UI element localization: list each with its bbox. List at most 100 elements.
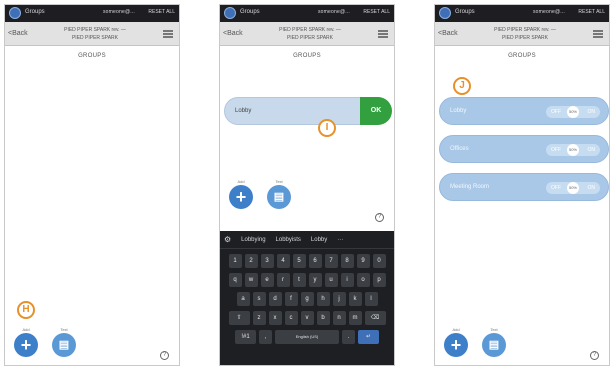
enter-key-icon[interactable]: ↵ — [358, 330, 379, 344]
key[interactable]: 6 — [308, 254, 322, 268]
key[interactable]: 0 — [372, 254, 386, 268]
group-name: Meeting Room — [450, 184, 490, 190]
key[interactable]: r — [276, 273, 290, 287]
key[interactable]: 2 — [244, 254, 258, 268]
suggestion-bar: ⚙ Lobbying Lobbyists Lobby ··· — [220, 231, 394, 249]
suggestion-item[interactable]: Lobbying — [241, 237, 265, 243]
suggestion-item[interactable]: Lobbyists — [276, 237, 301, 243]
shift-key-icon[interactable]: ⇧ — [228, 311, 250, 325]
text-button[interactable]: Text ▤ — [481, 327, 507, 357]
plus-icon[interactable]: + — [229, 185, 253, 209]
key[interactable]: 9 — [356, 254, 370, 268]
group-toggle[interactable]: OFF 50% ON — [546, 144, 600, 156]
plus-icon[interactable]: + — [14, 333, 38, 357]
help-icon[interactable]: ? — [160, 351, 169, 360]
key[interactable]: u — [324, 273, 338, 287]
toggle-on-label: ON — [587, 147, 596, 153]
toggle-off-label: OFF — [551, 185, 561, 191]
hamburger-menu-icon[interactable] — [163, 30, 173, 38]
key[interactable]: x — [268, 311, 282, 325]
period-key[interactable]: . — [342, 330, 355, 344]
help-icon[interactable]: ? — [590, 351, 599, 360]
key[interactable]: o — [356, 273, 370, 287]
key[interactable]: 1 — [228, 254, 242, 268]
key[interactable]: s — [252, 292, 266, 306]
back-button[interactable]: <Back — [8, 30, 28, 37]
more-suggestions-icon[interactable]: ··· — [337, 237, 343, 243]
key[interactable]: b — [316, 311, 330, 325]
document-icon[interactable]: ▤ — [52, 333, 76, 357]
reset-all-button[interactable]: RESET ALL — [363, 9, 390, 15]
key[interactable]: q — [228, 273, 242, 287]
help-icon[interactable]: ? — [375, 213, 384, 222]
ok-button[interactable]: OK — [360, 97, 392, 125]
group-toggle[interactable]: OFF 50% ON — [546, 182, 600, 194]
key[interactable]: 3 — [260, 254, 274, 268]
toggle-off-label: OFF — [551, 109, 561, 115]
nav-title-line2: PIED PIPER SPARK — [71, 35, 119, 41]
key[interactable]: p — [372, 273, 386, 287]
key[interactable]: k — [348, 292, 362, 306]
toggle-knob[interactable]: 50% — [567, 144, 579, 156]
text-button[interactable]: Text ▤ — [51, 327, 77, 357]
group-row-lobby[interactable]: Lobby OFF 50% ON — [439, 97, 609, 125]
hamburger-menu-icon[interactable] — [593, 30, 603, 38]
key[interactable]: y — [308, 273, 322, 287]
key[interactable]: a — [236, 292, 250, 306]
key[interactable]: e — [260, 273, 274, 287]
space-key[interactable]: English (US) — [275, 330, 339, 344]
group-toggle[interactable]: OFF 50% ON — [546, 106, 600, 118]
plus-icon[interactable]: + — [444, 333, 468, 357]
add-group-button[interactable]: Add + — [228, 179, 254, 209]
backspace-key-icon[interactable]: ⌫ — [364, 311, 386, 325]
status-bar: Groups someone@... RESET ALL — [5, 5, 179, 22]
key[interactable]: w — [244, 273, 258, 287]
reset-all-button[interactable]: RESET ALL — [148, 9, 175, 15]
keyboard-settings-icon[interactable]: ⚙ — [224, 235, 231, 244]
key[interactable]: m — [348, 311, 362, 325]
app-logo-icon — [9, 7, 21, 19]
add-group-button[interactable]: Add + — [443, 327, 469, 357]
keyboard-row-bottom: ⇧ z x c v b n m ⌫ — [220, 311, 394, 325]
key[interactable]: t — [292, 273, 306, 287]
key[interactable]: f — [284, 292, 298, 306]
key[interactable]: l — [364, 292, 378, 306]
group-name-input[interactable]: Lobby — [224, 97, 364, 125]
back-button[interactable]: <Back — [223, 30, 243, 37]
key[interactable]: z — [252, 311, 266, 325]
toggle-knob[interactable]: 50% — [567, 182, 579, 194]
key[interactable]: h — [316, 292, 330, 306]
keyboard-row-numbers: 1 2 3 4 5 6 7 8 9 0 — [220, 254, 394, 268]
key[interactable]: c — [284, 311, 298, 325]
toggle-knob[interactable]: 50% — [567, 106, 579, 118]
document-icon[interactable]: ▤ — [267, 185, 291, 209]
back-button[interactable]: <Back — [438, 30, 458, 37]
toggle-on-label: ON — [587, 109, 596, 115]
toggle-on-label: ON — [587, 185, 596, 191]
key[interactable]: j — [332, 292, 346, 306]
key[interactable]: 4 — [276, 254, 290, 268]
key[interactable]: i — [340, 273, 354, 287]
status-bar: Groups someone@... RESET ALL — [220, 5, 394, 22]
nav-title-line1: PIED PIPER SPARK rev. — — [494, 27, 556, 33]
key[interactable]: v — [300, 311, 314, 325]
add-group-button[interactable]: Add + — [13, 327, 39, 357]
comma-key[interactable]: , — [259, 330, 272, 344]
group-row-offices[interactable]: Offices OFF 50% ON — [439, 135, 609, 163]
key[interactable]: 5 — [292, 254, 306, 268]
document-icon[interactable]: ▤ — [482, 333, 506, 357]
key[interactable]: g — [300, 292, 314, 306]
key[interactable]: d — [268, 292, 282, 306]
key[interactable]: 8 — [340, 254, 354, 268]
suggestion-item[interactable]: Lobby — [311, 237, 327, 243]
hamburger-menu-icon[interactable] — [378, 30, 388, 38]
group-row-meeting-room[interactable]: Meeting Room OFF 50% ON — [439, 173, 609, 201]
group-name: Offices — [450, 146, 469, 152]
text-button[interactable]: Text ▤ — [266, 179, 292, 209]
user-email: someone@... — [317, 9, 350, 15]
symbols-key[interactable]: !#1 — [235, 330, 256, 344]
reset-all-button[interactable]: RESET ALL — [578, 9, 605, 15]
key[interactable]: 7 — [324, 254, 338, 268]
key[interactable]: n — [332, 311, 346, 325]
phone-screen-add-group: Groups someone@... RESET ALL <Back PIED … — [219, 4, 395, 366]
